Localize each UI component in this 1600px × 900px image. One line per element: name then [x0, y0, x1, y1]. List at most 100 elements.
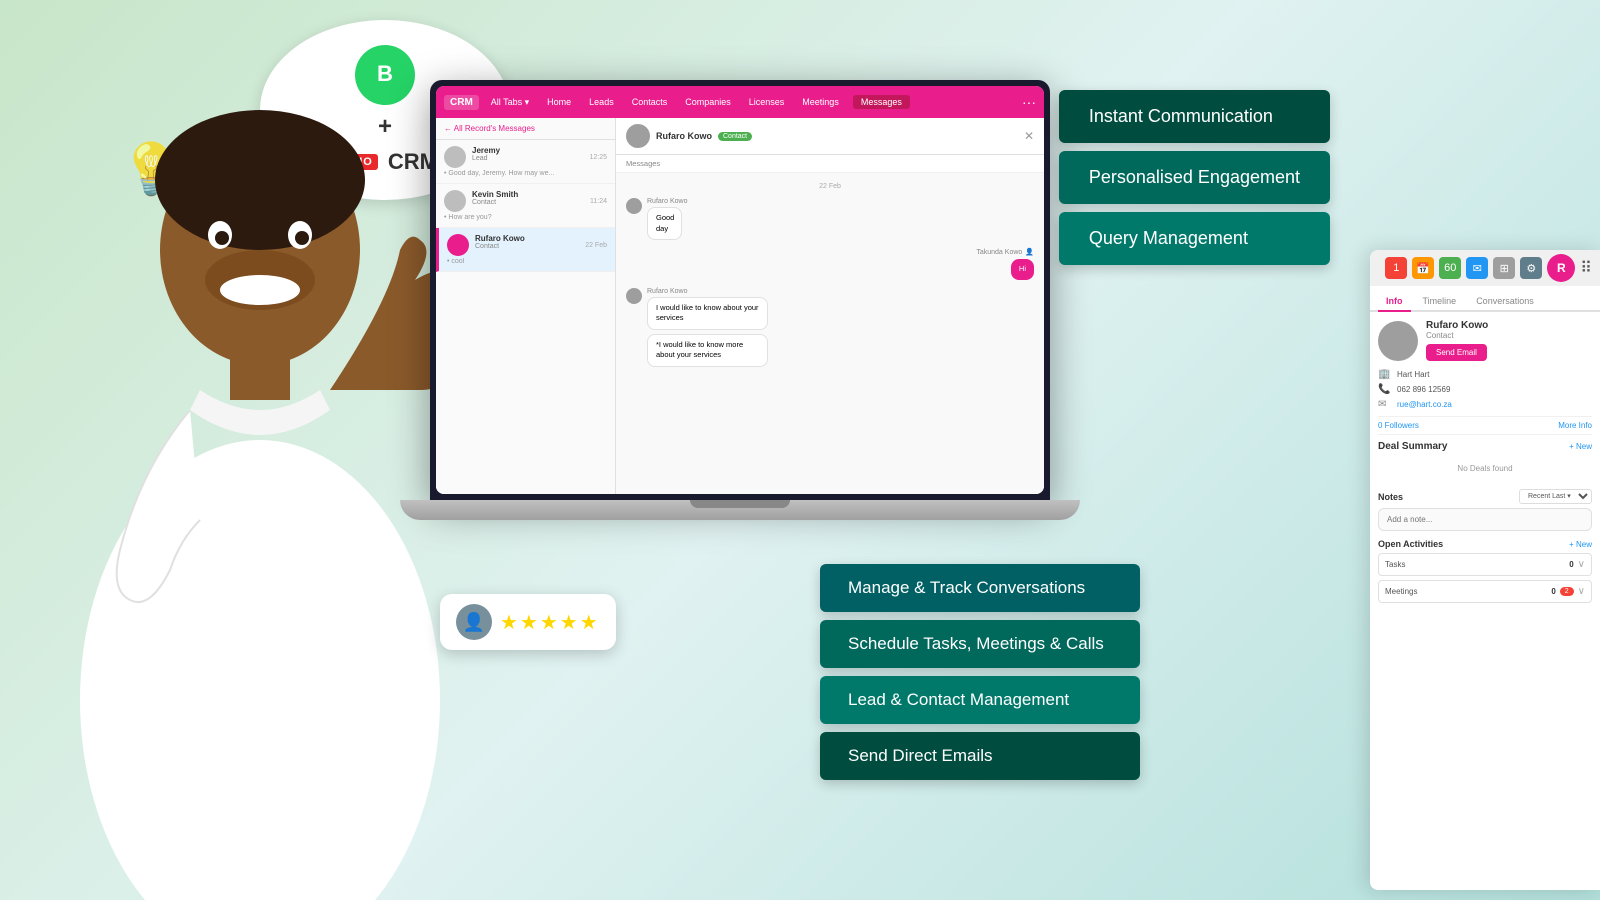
activity-tasks-count: 0	[1569, 560, 1573, 569]
notes-label: Notes	[1378, 492, 1403, 502]
contact-type-kevin: Contact	[472, 199, 518, 206]
nav-leads[interactable]: Leads	[583, 95, 620, 109]
chat-header-left: Rufaro Kowo Contact	[626, 124, 752, 148]
activities-new-link[interactable]: + New	[1569, 540, 1592, 549]
crm-panel-body: Rufaro Kowo Contact Send Email 🏢 Hart Ha…	[1370, 312, 1600, 890]
contact-item-kevin[interactable]: Kevin Smith Contact 11:24 • How are you?	[436, 184, 615, 228]
star-rating: ★★★★★	[500, 610, 600, 635]
deal-summary-row: Deal Summary + New	[1378, 441, 1592, 452]
nav-meetings[interactable]: Meetings	[796, 95, 845, 109]
open-activities-row: Open Activities + New	[1378, 539, 1592, 549]
nav-messages[interactable]: Messages	[853, 95, 910, 109]
panel-contact-name: Rufaro Kowo	[1426, 320, 1488, 331]
notes-filter-select[interactable]: Recent Last ▾	[1519, 489, 1592, 504]
feature-boxes-top: Instant Communication Personalised Engag…	[1059, 90, 1330, 265]
topbar-icon-calendar[interactable]: 📅	[1412, 257, 1434, 279]
chat-main: Rufaro Kowo Contact ✕ Messages 22 Feb Ru…	[616, 118, 1044, 494]
msg-bubble-3: I would like to know about your services	[647, 297, 768, 330]
activity-tasks-row[interactable]: Tasks 0 ∨	[1378, 553, 1592, 576]
feature-box-query-management: Query Management	[1059, 212, 1330, 265]
send-email-button[interactable]: Send Email	[1426, 344, 1487, 361]
msg-sender-1: Rufaro Kowo	[647, 198, 698, 205]
rating-avatar: 👤	[456, 604, 492, 640]
nav-more-dots[interactable]: ···	[1022, 94, 1036, 110]
feature-box-schedule-tasks: Schedule Tasks, Meetings & Calls	[820, 620, 1140, 668]
contact-name-jeremy: Jeremy	[472, 146, 500, 155]
msg-bubble-1: Good day	[647, 207, 682, 240]
contact-preview-jeremy: • Good day, Jeremy. How may we...	[444, 170, 607, 177]
panel-company-row: 🏢 Hart Hart	[1378, 369, 1592, 380]
tab-conversations[interactable]: Conversations	[1468, 292, 1542, 312]
contact-avatar-jeremy	[444, 146, 466, 168]
activity-meetings-label: Meetings	[1385, 587, 1417, 596]
phone-icon: 📞	[1378, 384, 1392, 395]
feature-box-manage-track: Manage & Track Conversations	[820, 564, 1140, 612]
panel-phone-row: 📞 062 896 12569	[1378, 384, 1592, 395]
feature-box-send-emails: Send Direct Emails	[820, 732, 1140, 780]
tab-timeline[interactable]: Timeline	[1415, 292, 1465, 312]
contact-type-jeremy: Lead	[472, 155, 500, 162]
feature-box-lead-contact: Lead & Contact Management	[820, 676, 1140, 724]
messages-sidebar: ← All Record's Messages Jeremy Lead	[436, 118, 616, 494]
chat-messages-area: 22 Feb Rufaro Kowo Good day Takunda Kowo…	[616, 173, 1044, 494]
contact-time-jeremy: 12:25	[589, 154, 607, 161]
contact-name-rufaro: Rufaro Kowo	[475, 234, 525, 243]
laptop-base	[400, 500, 1080, 520]
topbar-icon-gray[interactable]: ⊞	[1493, 257, 1515, 279]
contact-avatar-rufaro	[447, 234, 469, 256]
msg-bubble-4: *I would like to know more about your se…	[647, 334, 768, 367]
feature-box-instant-communication: Instant Communication	[1059, 90, 1330, 143]
more-info-link[interactable]: More Info	[1558, 421, 1592, 430]
crm-panel: 1 📅 60 ✉ ⊞ ⚙ R ⠿ Info Timeline Conversat…	[1370, 250, 1600, 890]
panel-contact-section: Rufaro Kowo Contact Send Email	[1378, 320, 1592, 361]
date-divider: 22 Feb	[626, 183, 1034, 190]
panel-email: rue@hart.co.za	[1397, 400, 1452, 409]
topbar-icon-green[interactable]: 60	[1439, 257, 1461, 279]
activity-meetings-row[interactable]: Meetings 0 2 ∨	[1378, 580, 1592, 603]
message-2-right: Takunda Kowo 👤 Hi	[626, 248, 1034, 280]
nav-home[interactable]: Home	[541, 95, 577, 109]
contact-item-jeremy[interactable]: Jeremy Lead 12:25 • Good day, Jeremy. Ho…	[436, 140, 615, 184]
laptop-container: CRM All Tabs ▾ Home Leads Contacts Compa…	[430, 80, 1080, 560]
topbar-user-avatar[interactable]: R	[1547, 254, 1575, 282]
contact-avatar-kevin	[444, 190, 466, 212]
chat-header: Rufaro Kowo Contact ✕	[616, 118, 1044, 155]
laptop-screen: CRM All Tabs ▾ Home Leads Contacts Compa…	[430, 80, 1050, 500]
email-icon: ✉	[1378, 399, 1392, 410]
nav-licenses[interactable]: Licenses	[743, 95, 791, 109]
activity-meetings-badge: 2	[1560, 587, 1574, 596]
topbar-gear-icon[interactable]: ⚙	[1520, 257, 1542, 279]
contact-preview-rufaro: • cool	[447, 258, 607, 265]
notes-input-field[interactable]	[1378, 508, 1592, 531]
deal-new-link[interactable]: + New	[1569, 442, 1592, 451]
msg-avatar-1	[626, 198, 642, 214]
topbar-icon-red[interactable]: 1	[1385, 257, 1407, 279]
tab-info[interactable]: Info	[1378, 292, 1411, 312]
open-activities-label: Open Activities	[1378, 539, 1443, 549]
crm-body: ← All Record's Messages Jeremy Lead	[436, 118, 1044, 494]
panel-email-row: ✉ rue@hart.co.za	[1378, 399, 1592, 410]
topbar-grid-icon[interactable]: ⠿	[1580, 258, 1592, 278]
topbar-icon-mail[interactable]: ✉	[1466, 257, 1488, 279]
panel-contact-avatar	[1378, 321, 1418, 361]
panel-followers-row: 0 Followers More Info	[1378, 416, 1592, 435]
followers-link[interactable]: 0 Followers	[1378, 421, 1419, 430]
nav-companies[interactable]: Companies	[679, 95, 737, 109]
msg-avatar-3	[626, 288, 642, 304]
contact-item-rufaro[interactable]: Rufaro Kowo Contact 22 Feb • cool	[436, 228, 615, 272]
tasks-chevron-icon: ∨	[1578, 559, 1585, 570]
rating-badge: 👤 ★★★★★	[440, 594, 616, 650]
contact-type-rufaro: Contact	[475, 243, 525, 250]
activity-tasks-right: 0 ∨	[1569, 559, 1585, 570]
nav-all-tabs[interactable]: All Tabs ▾	[485, 95, 535, 110]
chat-close-button[interactable]: ✕	[1024, 129, 1034, 143]
crm-panel-topbar: 1 📅 60 ✉ ⊞ ⚙ R ⠿	[1370, 250, 1600, 286]
nav-contacts[interactable]: Contacts	[626, 95, 674, 109]
message-1: Rufaro Kowo Good day	[626, 198, 1034, 240]
feature-boxes-bottom: Manage & Track Conversations Schedule Ta…	[820, 564, 1140, 780]
panel-contact-type: Contact	[1426, 331, 1488, 340]
msg-sender-2: Takunda Kowo 👤	[976, 248, 1034, 256]
crm-interface: CRM All Tabs ▾ Home Leads Contacts Compa…	[436, 86, 1044, 494]
company-icon: 🏢	[1378, 369, 1392, 380]
sidebar-back-header[interactable]: ← All Record's Messages	[436, 118, 615, 140]
